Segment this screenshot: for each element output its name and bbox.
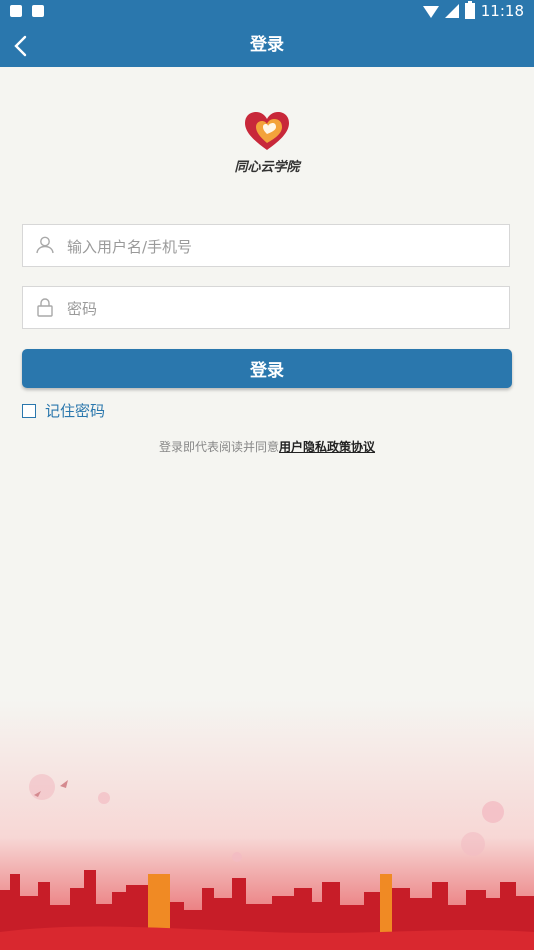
- app-icon: [32, 5, 44, 17]
- app-logo: 同心云学院: [222, 110, 312, 180]
- logo-text: 同心云学院: [234, 160, 300, 175]
- remember-checkbox[interactable]: [22, 403, 36, 418]
- username-input[interactable]: [65, 225, 499, 268]
- privacy-prefix: 登录即代表阅读并同意: [158, 440, 279, 454]
- remember-password-option[interactable]: 记住密码: [22, 400, 105, 421]
- user-icon: [36, 236, 54, 254]
- status-time: 11:18: [480, 2, 524, 20]
- battery-icon: [464, 1, 475, 19]
- username-field[interactable]: [22, 224, 510, 268]
- heart-logo-icon: [245, 112, 289, 150]
- privacy-policy-link[interactable]: 用户隐私政策协议: [279, 440, 375, 454]
- login-button[interactable]: 登录: [22, 349, 512, 388]
- privacy-notice: 登录即代表阅读并同意用户隐私政策协议: [0, 438, 534, 455]
- skyline-illustration: [0, 700, 534, 950]
- top-app-bar: 登录: [0, 24, 534, 67]
- wifi-icon: [422, 6, 439, 18]
- notification-icons: [10, 5, 44, 17]
- password-field[interactable]: [22, 286, 510, 330]
- status-bar: 11:18: [0, 0, 534, 24]
- lock-icon: [37, 298, 53, 317]
- password-input[interactable]: [65, 287, 499, 330]
- message-icon: [10, 5, 22, 17]
- signal-icon: [444, 4, 459, 18]
- status-indicators: 11:18: [422, 1, 524, 20]
- page-title: 登录: [250, 35, 284, 55]
- remember-label: 记住密码: [45, 402, 106, 420]
